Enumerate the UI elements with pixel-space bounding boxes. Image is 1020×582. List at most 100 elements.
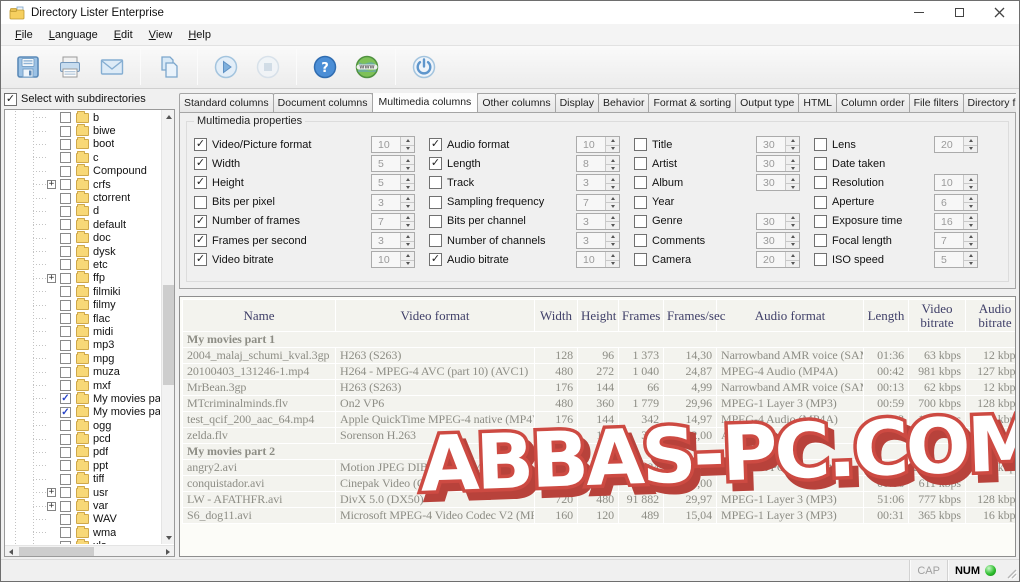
tab-column-order[interactable]: Column order	[836, 93, 910, 112]
spin-down-icon[interactable]	[401, 241, 414, 249]
tree-item-filmiki[interactable]: filmiki	[5, 285, 160, 298]
tab-directory-filters[interactable]: Directory filters	[963, 93, 1017, 112]
spin-down-icon[interactable]	[606, 260, 619, 268]
resize-grip[interactable]	[1003, 560, 1019, 581]
artist-checkbox[interactable]	[634, 157, 647, 170]
tree-item-mp3[interactable]: mp3	[5, 339, 160, 352]
tree-item-checkbox[interactable]	[60, 367, 71, 378]
tree-item-default[interactable]: default	[5, 218, 160, 231]
tree-item-checkbox[interactable]	[60, 474, 71, 485]
tree-horizontal-scrollbar[interactable]	[5, 545, 174, 556]
spin-down-icon[interactable]	[401, 260, 414, 268]
tree-item-ppt[interactable]: ppt	[5, 459, 160, 472]
save-button[interactable]	[10, 49, 46, 85]
tree-item-ffp[interactable]: +ffp	[5, 272, 160, 285]
number-of-frames-width-spinner[interactable]: 7	[371, 213, 415, 230]
spin-down-icon[interactable]	[606, 164, 619, 172]
tree-item-dysk[interactable]: dysk	[5, 245, 160, 258]
tab-document-columns[interactable]: Document columns	[273, 93, 373, 112]
maximize-button[interactable]	[939, 1, 979, 24]
tree-item-midi[interactable]: midi	[5, 325, 160, 338]
comments-checkbox[interactable]	[634, 234, 647, 247]
spin-up-icon[interactable]	[964, 137, 977, 145]
print-button[interactable]	[52, 49, 88, 85]
website-button[interactable]: WWW	[349, 49, 385, 85]
spin-down-icon[interactable]	[786, 241, 799, 249]
video-picture-format-width-spinner[interactable]: 10	[371, 136, 415, 153]
year-checkbox[interactable]	[634, 196, 647, 209]
menu-language[interactable]: Language	[41, 26, 106, 44]
tree-item-my-movies-part-1[interactable]: ✓My movies part 1	[5, 392, 160, 405]
genre-checkbox[interactable]	[634, 215, 647, 228]
tree-item-checkbox[interactable]	[60, 112, 71, 123]
tree-item-pdf[interactable]: pdf	[5, 446, 160, 459]
tree-item-checkbox[interactable]	[60, 353, 71, 364]
tree-item-my-movies-part-2[interactable]: ✓My movies part 2	[5, 406, 160, 419]
audio-bitrate-checkbox[interactable]: ✓	[429, 253, 442, 266]
tree-item-usr[interactable]: +usr	[5, 486, 160, 499]
spin-up-icon[interactable]	[401, 252, 414, 260]
tree-item-checkbox[interactable]	[60, 300, 71, 311]
tab-standard-columns[interactable]: Standard columns	[179, 93, 274, 112]
audio-format-checkbox[interactable]: ✓	[429, 138, 442, 151]
exposure-time-width-spinner[interactable]: 16	[934, 213, 978, 230]
spin-down-icon[interactable]	[964, 260, 977, 268]
spin-down-icon[interactable]	[606, 183, 619, 191]
tree-item-checkbox[interactable]	[60, 326, 71, 337]
tree-item-tiff[interactable]: tiff	[5, 473, 160, 486]
tree-item-mxf[interactable]: mxf	[5, 379, 160, 392]
tree-item-wma[interactable]: wma	[5, 526, 160, 539]
tab-output-type[interactable]: Output type	[735, 93, 799, 112]
exit-button[interactable]	[406, 49, 442, 85]
tree-item-checkbox[interactable]	[60, 139, 71, 150]
copy-button[interactable]	[151, 49, 187, 85]
vertical-scroll-thumb[interactable]	[163, 285, 174, 385]
tree-item-checkbox[interactable]	[60, 126, 71, 137]
tree-item-checkbox[interactable]	[60, 420, 71, 431]
video-bitrate-width-spinner[interactable]: 10	[371, 251, 415, 268]
tree-item-checkbox[interactable]	[60, 152, 71, 163]
tree-item-pcd[interactable]: pcd	[5, 432, 160, 445]
tree-vertical-scrollbar[interactable]	[161, 110, 174, 544]
length-width-spinner[interactable]: 8	[576, 155, 620, 172]
camera-width-spinner[interactable]: 20	[756, 251, 800, 268]
album-checkbox[interactable]	[634, 176, 647, 189]
close-button[interactable]	[979, 1, 1019, 24]
spin-up-icon[interactable]	[401, 214, 414, 222]
spin-up-icon[interactable]	[964, 175, 977, 183]
tree-item-checkbox[interactable]	[60, 527, 71, 538]
tree-item-checkbox[interactable]	[60, 219, 71, 230]
spin-up-icon[interactable]	[401, 175, 414, 183]
spin-up-icon[interactable]	[606, 175, 619, 183]
tab-other-columns[interactable]: Other columns	[477, 93, 555, 112]
spin-up-icon[interactable]	[786, 137, 799, 145]
video-picture-format-checkbox[interactable]: ✓	[194, 138, 207, 151]
frames-per-second-width-spinner[interactable]: 3	[371, 232, 415, 249]
spin-up-icon[interactable]	[401, 233, 414, 241]
column-header-frames-sec[interactable]: Frames/sec	[664, 300, 716, 331]
tree-item-checkbox[interactable]	[60, 259, 71, 270]
date-taken-checkbox[interactable]	[814, 157, 827, 170]
spin-down-icon[interactable]	[964, 241, 977, 249]
scroll-up-icon[interactable]	[162, 110, 175, 123]
tree-item-b[interactable]: b	[5, 111, 160, 124]
tab-html[interactable]: HTML	[798, 93, 837, 112]
scroll-right-icon[interactable]	[162, 546, 174, 557]
select-with-subdirectories-checkbox[interactable]: ✓	[4, 93, 17, 106]
select-with-subdirectories[interactable]: ✓ Select with subdirectories	[4, 91, 175, 107]
bits-per-channel-width-spinner[interactable]: 3	[576, 213, 620, 230]
lens-checkbox[interactable]	[814, 138, 827, 151]
expand-icon[interactable]: +	[47, 180, 56, 189]
spin-down-icon[interactable]	[786, 260, 799, 268]
spin-down-icon[interactable]	[964, 221, 977, 229]
tree-item-biwe[interactable]: biwe	[5, 124, 160, 137]
scroll-left-icon[interactable]	[5, 546, 17, 557]
video-bitrate-checkbox[interactable]: ✓	[194, 253, 207, 266]
menu-view[interactable]: View	[141, 26, 181, 44]
spin-down-icon[interactable]	[606, 145, 619, 153]
track-width-spinner[interactable]: 3	[576, 174, 620, 191]
tree-item-etc[interactable]: etc	[5, 258, 160, 271]
spin-down-icon[interactable]	[964, 145, 977, 153]
spin-up-icon[interactable]	[786, 156, 799, 164]
tree-item-checkbox[interactable]	[60, 447, 71, 458]
